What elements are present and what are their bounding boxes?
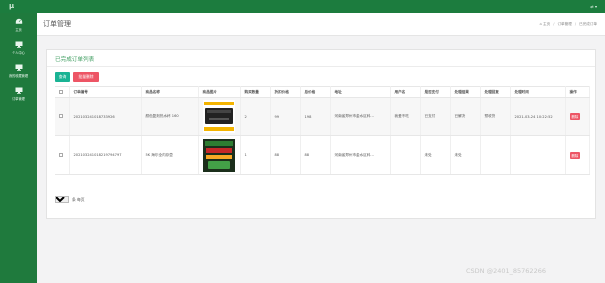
monitor-icon xyxy=(14,40,24,49)
product-image xyxy=(198,97,241,136)
product-name: 5K 海尔全内存壶 xyxy=(141,135,199,175)
paid-status: 已支付 xyxy=(420,97,451,136)
delete-button[interactable]: 删除 xyxy=(569,113,581,120)
page-header: 订单管理 ⌂ 主页 / 订单管理 / 已完成订单 xyxy=(37,13,605,36)
column-header[interactable]: 处理结果 xyxy=(450,86,481,98)
total-price: 88 xyxy=(300,135,331,175)
column-header[interactable]: 总价格 xyxy=(300,86,331,98)
order-list-card: 已完成订单列表 查询 批量删除 订单编号 商品名称 商品图片 购买数量 折扣价格… xyxy=(46,49,596,219)
handle-time xyxy=(510,135,566,175)
sidebar: 主页 个人中心 我的收藏管理 订单管理 xyxy=(0,13,37,283)
handle-result: 已解决 xyxy=(450,97,481,136)
watermark: CSDN @2401_85762266 xyxy=(466,267,546,275)
row-checkbox[interactable] xyxy=(55,97,70,136)
divider xyxy=(47,66,595,67)
sidebar-item-favorites[interactable]: 我的收藏管理 xyxy=(0,59,37,82)
delete-button[interactable]: 删除 xyxy=(569,151,581,159)
breadcrumb-separator: / xyxy=(553,22,555,26)
actions-cell: 删除 xyxy=(565,97,590,136)
discount-price: 88 xyxy=(270,135,301,175)
paid-status: 未处 xyxy=(420,135,451,175)
column-header[interactable]: 处理时间 xyxy=(510,86,566,98)
quantity: 2 xyxy=(240,97,271,136)
breadcrumb-orders[interactable]: 订单管理 xyxy=(557,22,571,27)
sidebar-item-orders[interactable]: 订单管理 xyxy=(0,82,37,105)
order-number: 202103241018219794797 xyxy=(69,135,142,175)
handle-reply xyxy=(480,135,511,175)
product-image-drink xyxy=(202,138,235,172)
main-content: 订单管理 ⌂ 主页 / 订单管理 / 已完成订单 已完成订单列表 查询 批量删除… xyxy=(37,13,605,283)
username: 我爱不吃 xyxy=(390,97,421,136)
table-row[interactable]: 202103241018219794797 5K 海尔全内存壶 1 88 88 … xyxy=(55,135,590,175)
search-button[interactable]: 查询 xyxy=(55,72,70,82)
column-header[interactable]: 折扣价格 xyxy=(270,86,301,98)
column-header[interactable]: 地址 xyxy=(330,86,391,98)
page-size-control: 10 条 每页 xyxy=(55,196,85,203)
sidebar-item-label: 主页 xyxy=(15,28,22,32)
product-image xyxy=(198,135,241,175)
actions-cell: 删除 xyxy=(565,135,590,175)
quantity: 1 xyxy=(240,135,271,175)
breadcrumb-current: 已完成订单 xyxy=(579,22,597,26)
card-title: 已完成订单列表 xyxy=(55,57,95,63)
column-header[interactable]: 商品图片 xyxy=(198,86,241,98)
select-all-checkbox[interactable] xyxy=(55,86,70,98)
address: 河南省郑州市金水区科... xyxy=(330,135,391,175)
column-header[interactable]: 订单编号 xyxy=(69,86,142,98)
column-header: 操作 xyxy=(565,86,590,98)
sidebar-item-home[interactable]: 主页 xyxy=(0,13,37,36)
column-header[interactable]: 是否支付 xyxy=(420,86,451,98)
total-price: 198 xyxy=(300,97,331,136)
column-header[interactable]: 商品名称 xyxy=(141,86,199,98)
handle-time: 2021-03-24 10:22:52 xyxy=(510,97,566,136)
address: 河南省郑州市金水区科... xyxy=(330,97,391,136)
breadcrumb-separator: / xyxy=(574,22,577,26)
app-logo: μ xyxy=(9,2,15,10)
page-title: 订单管理 xyxy=(43,20,71,28)
column-header[interactable]: 购买数量 xyxy=(240,86,271,98)
monitor-icon xyxy=(14,86,24,95)
discount-price: 99 xyxy=(270,97,301,136)
handle-result: 未处 xyxy=(450,135,481,175)
order-number: 202103241018733926 xyxy=(69,97,142,136)
monitor-icon xyxy=(14,63,24,72)
product-name: 颜色复刻热水杯 160 xyxy=(141,97,199,136)
sidebar-item-label: 我的收藏管理 xyxy=(8,74,29,78)
user-menu-button[interactable]: ⇄ ▾ xyxy=(590,4,597,9)
orders-table: 订单编号 商品名称 商品图片 购买数量 折扣价格 总价格 地址 用户名 是否支付… xyxy=(55,86,590,175)
table-row[interactable]: 202103241018733926 颜色复刻热水杯 160 2 99 198 … xyxy=(55,97,590,136)
breadcrumb-home[interactable]: ⌂ 主页 xyxy=(540,22,551,27)
page-size-select[interactable]: 10 xyxy=(55,196,69,203)
table-header-row: 订单编号 商品名称 商品图片 购买数量 折扣价格 总价格 地址 用户名 是否支付… xyxy=(55,86,590,98)
sidebar-item-label: 订单管理 xyxy=(12,97,25,101)
batch-delete-button[interactable]: 批量删除 xyxy=(73,72,99,82)
sidebar-item-profile[interactable]: 个人中心 xyxy=(0,36,37,59)
dashboard-icon xyxy=(14,17,24,26)
username xyxy=(390,135,421,175)
page-size-suffix: 条 每页 xyxy=(72,196,85,202)
row-checkbox[interactable] xyxy=(55,135,70,175)
handle-reply: 预收货 xyxy=(480,97,511,136)
sidebar-item-label: 个人中心 xyxy=(12,51,25,55)
product-image-bag xyxy=(202,100,235,133)
top-bar: μ ⇄ ▾ xyxy=(0,0,605,13)
column-header[interactable]: 处理回复 xyxy=(480,86,511,98)
column-header[interactable]: 用户名 xyxy=(390,86,421,98)
breadcrumb: ⌂ 主页 / 订单管理 / 已完成订单 xyxy=(540,22,597,27)
